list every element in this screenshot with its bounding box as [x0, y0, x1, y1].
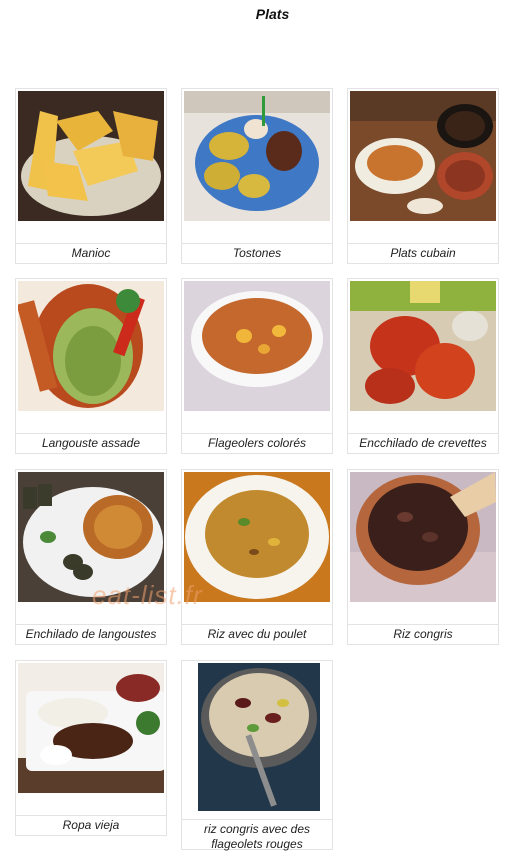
dish-card-crevettes[interactable]: Encchilado de crevettes: [347, 278, 499, 454]
dish-photo[interactable]: [198, 663, 320, 811]
dish-photo[interactable]: [350, 281, 496, 411]
dish-photo[interactable]: [18, 663, 164, 793]
dish-caption: Riz congris: [348, 624, 498, 642]
dish-photo[interactable]: [350, 91, 496, 221]
dish-caption: Langouste assade: [16, 433, 166, 451]
dish-photo[interactable]: [184, 472, 330, 602]
dish-photo[interactable]: [184, 281, 330, 411]
dish-caption: Tostones: [182, 243, 332, 261]
dish-photo[interactable]: [18, 91, 164, 221]
dish-card-enchilado-langoustes[interactable]: Enchilado de langoustes: [15, 469, 167, 645]
dish-card-riz-poulet[interactable]: Riz avec du poulet: [181, 469, 333, 645]
dish-caption: Riz avec du poulet: [182, 624, 332, 642]
dish-caption: Manioc: [16, 243, 166, 261]
dish-card-riz-congris-flageolets[interactable]: riz congris avec des flageolets rouges: [181, 660, 333, 852]
dish-card-riz-congris[interactable]: Riz congris: [347, 469, 499, 645]
dish-card-ropa-vieja[interactable]: Ropa vieja: [15, 660, 167, 836]
dish-card-plats-cubain[interactable]: Plats cubain: [347, 88, 499, 264]
dish-photo[interactable]: [18, 472, 164, 602]
dish-card-langouste[interactable]: Langouste assade: [15, 278, 167, 454]
dish-photo[interactable]: [18, 281, 164, 411]
dish-caption: riz congris avec des flageolets rouges: [182, 819, 332, 852]
dish-caption: Ropa vieja: [16, 815, 166, 833]
dish-caption: Enchilado de langoustes: [16, 624, 166, 642]
dish-caption: Flageolers colorés: [182, 433, 332, 451]
dish-caption: Plats cubain: [348, 243, 498, 261]
dish-caption: Encchilado de crevettes: [348, 433, 498, 451]
dish-card-flageolets[interactable]: Flageolers colorés: [181, 278, 333, 454]
dish-card-tostones[interactable]: Tostones: [181, 88, 333, 264]
page-title: Plats: [255, 6, 290, 22]
dish-card-manioc[interactable]: Manioc: [15, 88, 167, 264]
dish-photo[interactable]: [350, 472, 496, 602]
dish-photo[interactable]: [184, 91, 330, 221]
